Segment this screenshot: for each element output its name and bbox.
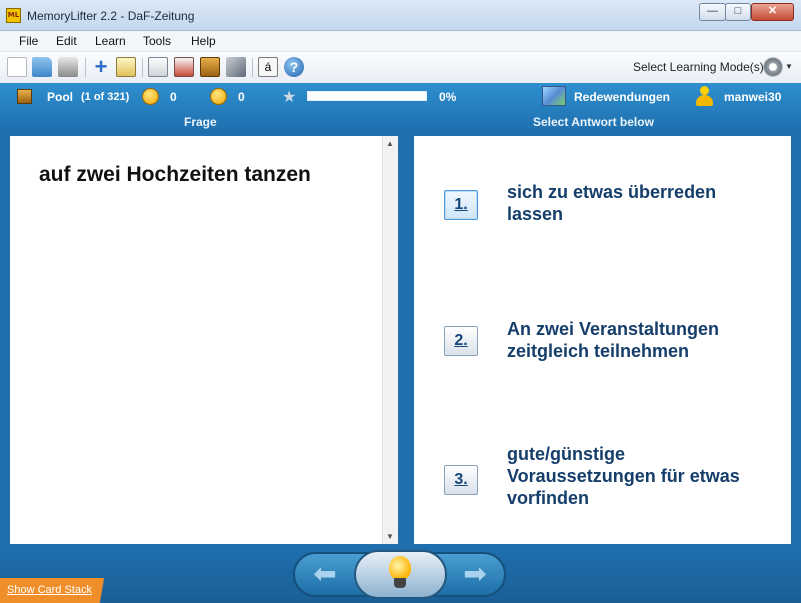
previous-card-button[interactable]: ⬅	[305, 560, 345, 588]
app-logo-icon: ML	[6, 8, 21, 23]
print-preview-icon[interactable]	[174, 57, 194, 77]
user-icon	[696, 86, 713, 106]
scroll-down-icon[interactable]: ▼	[386, 532, 394, 541]
wrong-count: 0	[238, 90, 245, 104]
lightbulb-icon[interactable]	[387, 556, 413, 592]
tools-icon[interactable]	[226, 57, 246, 77]
scroll-up-icon[interactable]: ▲	[386, 139, 394, 148]
menu-learn[interactable]: Learn	[95, 34, 126, 48]
answer-button-1[interactable]: 1.	[444, 190, 478, 220]
maximize-button[interactable]: □	[725, 3, 751, 21]
chapter-stack-icon	[542, 86, 566, 106]
add-icon[interactable]: +	[91, 56, 111, 78]
sad-smiley-icon	[210, 88, 227, 105]
help-icon[interactable]: ?	[284, 57, 304, 77]
toolbar-separator	[85, 58, 86, 77]
question-header: Frage	[184, 115, 217, 129]
gear-icon[interactable]	[763, 57, 783, 77]
answer-text-1[interactable]: sich zu etwas überreden lassen	[507, 181, 777, 225]
answer-button-3[interactable]: 3.	[444, 465, 478, 495]
progress-bar	[307, 91, 427, 101]
pool-label: Pool	[47, 90, 73, 104]
question-scrollbar[interactable]: ▲ ▼	[382, 136, 398, 544]
menu-edit[interactable]: Edit	[56, 34, 77, 48]
presentation-icon[interactable]	[148, 57, 168, 77]
username[interactable]: manwei30	[724, 90, 781, 104]
select-learning-mode-label[interactable]: Select Learning Mode(s)	[633, 60, 764, 74]
chevron-down-icon[interactable]: ▼	[785, 62, 793, 71]
toolbar: + á ? Select Learning Mode(s) ▼	[0, 52, 801, 83]
open-folder-icon[interactable]	[32, 57, 52, 77]
status-bar: Pool (1 of 321) 0 0 ★ 0% Redewendungen m…	[0, 83, 801, 132]
answer-panel: 1. sich zu etwas überreden lassen 2. An …	[414, 136, 791, 544]
menu-help[interactable]: Help	[191, 34, 216, 48]
special-char-icon[interactable]: á	[258, 57, 278, 77]
menu-bar: File Edit Learn Tools Help	[0, 31, 801, 52]
title-bar: ML MemoryLifter 2.2 - DaF-Zeitung — □ ✕	[0, 0, 801, 31]
star-icon: ★	[282, 89, 297, 106]
toolbar-separator	[252, 58, 253, 77]
happy-smiley-icon	[142, 88, 159, 105]
answer-button-2[interactable]: 2.	[444, 326, 478, 356]
answer-text-3[interactable]: gute/günstige Voraussetzungen für etwas …	[507, 443, 777, 509]
toolbar-separator	[142, 58, 143, 77]
show-card-stack-link[interactable]: Show Card Stack	[7, 584, 92, 596]
progress-label: 0%	[439, 90, 457, 104]
answer-header: Select Antwort below	[533, 115, 654, 129]
menu-file[interactable]: File	[19, 34, 38, 48]
menu-tools[interactable]: Tools	[143, 34, 171, 48]
edit-icon[interactable]	[116, 57, 136, 77]
print-icon[interactable]	[58, 57, 78, 77]
new-file-icon[interactable]	[7, 57, 27, 77]
question-panel: auf zwei Hochzeiten tanzen ▲ ▼	[10, 136, 398, 544]
chapter-name[interactable]: Redewendungen	[574, 90, 670, 104]
pool-book-icon	[17, 89, 32, 104]
question-text: auf zwei Hochzeiten tanzen	[39, 163, 311, 186]
show-card-stack-tab[interactable]: Show Card Stack	[0, 578, 125, 603]
answer-text-2[interactable]: An zwei Veranstaltungen zeitgleich teiln…	[507, 318, 777, 362]
window-title: MemoryLifter 2.2 - DaF-Zeitung	[27, 9, 195, 23]
pool-count: (1 of 321)	[81, 91, 130, 103]
close-button[interactable]: ✕	[751, 3, 794, 21]
correct-count: 0	[170, 90, 177, 104]
minimize-button[interactable]: —	[699, 3, 726, 21]
card-area: auf zwei Hochzeiten tanzen ▲ ▼ 1. sich z…	[0, 132, 801, 544]
book-icon[interactable]	[200, 57, 220, 77]
next-card-button[interactable]: ➡	[455, 560, 495, 588]
